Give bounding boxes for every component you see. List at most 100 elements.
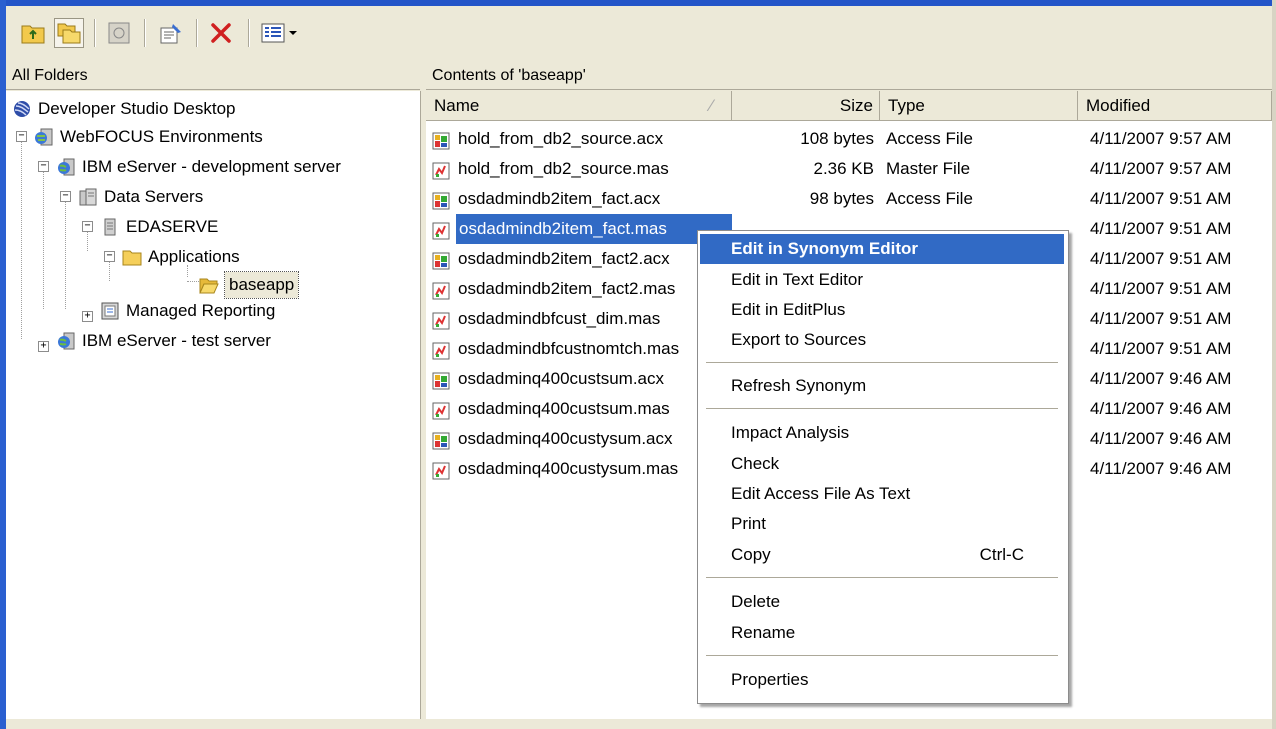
master-file-icon [432, 460, 450, 480]
file-name: osdadmindbfcustnomtch.mas [458, 339, 680, 358]
file-name: osdadminq400custsum.acx [458, 369, 665, 388]
file-name: hold_from_db2_source.acx [458, 129, 664, 148]
access-file-icon [432, 250, 450, 270]
master-file-icon [432, 160, 450, 180]
tree-item-label: WebFOCUS Environments [60, 127, 263, 146]
menu-item-edit-access-file[interactable]: Edit Access File As Text [700, 479, 1064, 509]
folder-up-button[interactable] [18, 18, 48, 48]
collapse-toggle[interactable]: − [60, 191, 71, 202]
server-icon [104, 218, 116, 236]
master-file-icon [432, 280, 450, 300]
collapse-toggle[interactable]: − [104, 251, 115, 262]
tree-item-developer-studio-desktop[interactable]: Developer Studio Desktop [12, 96, 236, 122]
tree-item-edaserve[interactable]: EDASERVE [100, 214, 218, 240]
globe-server-icon [58, 332, 75, 350]
tree-connector [21, 135, 22, 339]
tree-item-managed-reporting[interactable]: Managed Reporting [100, 298, 275, 324]
tree-item-label: EDASERVE [126, 217, 219, 236]
menu-separator [706, 362, 1058, 363]
file-modified: 4/11/2007 9:46 AM [1090, 399, 1232, 418]
view-options-button[interactable] [258, 18, 302, 48]
tree-item-data-servers[interactable]: Data Servers [78, 184, 203, 210]
tree-item-baseapp[interactable]: baseapp [199, 271, 300, 299]
tree-item-webfocus-environments[interactable]: WebFOCUS Environments [34, 124, 263, 150]
menu-item-edit-editplus[interactable]: Edit in EditPlus [700, 295, 1064, 325]
file-name: osdadmindb2item_fact.mas [456, 214, 732, 244]
globe-server-icon [58, 158, 75, 176]
access-file-icon [432, 190, 450, 210]
tree-item-label: Developer Studio Desktop [38, 99, 236, 118]
menu-item-delete[interactable]: Delete [700, 587, 1064, 617]
column-header-name[interactable]: Name ⁄ [426, 91, 732, 121]
menu-separator [706, 655, 1058, 656]
folders-view-button[interactable] [54, 18, 84, 48]
tree-item-ibm-eserver-development[interactable]: IBM eServer - development server [56, 154, 341, 180]
menu-item-refresh-synonym[interactable]: Refresh Synonym [700, 371, 1064, 401]
file-name: osdadminq400custysum.acx [458, 429, 673, 448]
file-name: osdadmindb2item_fact2.mas [458, 279, 676, 298]
menu-item-properties[interactable]: Properties [700, 665, 1064, 695]
disk-icon [108, 22, 130, 44]
menu-item-check[interactable]: Check [700, 449, 1064, 479]
toolbar-separator [196, 19, 198, 47]
tree-connector [43, 165, 44, 309]
menu-item-print[interactable]: Print [700, 509, 1064, 539]
file-modified: 4/11/2007 9:51 AM [1090, 339, 1232, 358]
file-name: osdadminq400custsum.mas [458, 399, 670, 418]
tree-item-label: IBM eServer - test server [82, 331, 271, 350]
file-name: osdadmindb2item_fact.acx [458, 189, 661, 208]
file-name: osdadmindb2item_fact2.acx [458, 249, 670, 268]
tree-connector [65, 195, 66, 309]
table-row[interactable]: hold_from_db2_source.mas 2.36 KB Master Fi… [426, 154, 1272, 184]
menu-item-impact-analysis[interactable]: Impact Analysis [700, 418, 1064, 448]
collapse-toggle[interactable]: − [16, 131, 27, 142]
file-name: osdadminq400custysum.mas [458, 459, 679, 478]
data-servers-icon [79, 188, 97, 206]
table-row[interactable]: hold_from_db2_source.acx 108 bytes Access … [426, 124, 1272, 154]
menu-item-rename[interactable]: Rename [700, 618, 1064, 648]
file-modified: 4/11/2007 9:51 AM [1090, 219, 1232, 238]
collapse-toggle[interactable]: − [82, 221, 93, 232]
file-modified: 4/11/2007 9:51 AM [1090, 189, 1232, 208]
menu-item-edit-synonym-editor[interactable]: Edit in Synonym Editor [700, 234, 1064, 264]
file-size: 2.36 KB [813, 159, 875, 178]
column-header-type[interactable]: Type [880, 91, 1078, 121]
status-strip [6, 719, 1272, 729]
file-modified: 4/11/2007 9:57 AM [1090, 129, 1232, 148]
expand-toggle[interactable]: + [82, 311, 93, 322]
toolbar-separator [94, 19, 96, 47]
file-modified: 4/11/2007 9:51 AM [1090, 249, 1232, 268]
expand-toggle[interactable]: + [38, 341, 49, 352]
column-header-modified[interactable]: Modified [1078, 91, 1272, 121]
folder-tree: Developer Studio Desktop − WebFOCUS Envi… [6, 91, 421, 719]
environments-icon [35, 128, 53, 146]
toolbar-separator [248, 19, 250, 47]
column-header-size[interactable]: Size [732, 91, 880, 121]
menu-item-export-to-sources[interactable]: Export to Sources [700, 325, 1064, 355]
contents-header: Contents of 'baseapp' [426, 62, 1272, 90]
disk-button[interactable] [104, 18, 134, 48]
folders-view-icon [57, 23, 81, 44]
folder-icon [122, 250, 142, 266]
table-row[interactable]: osdadmindb2item_fact.acx 98 bytes Access F… [426, 184, 1272, 214]
file-size: 108 bytes [800, 129, 874, 148]
delete-button[interactable] [206, 18, 236, 48]
file-type: Access File [886, 189, 973, 208]
collapse-toggle[interactable]: − [38, 161, 49, 172]
properties-icon [160, 24, 181, 44]
access-file-icon [432, 130, 450, 150]
menu-item-edit-text-editor[interactable]: Edit in Text Editor [700, 265, 1064, 295]
context-menu: Edit in Synonym Editor Edit in Text Edit… [697, 230, 1069, 704]
file-modified: 4/11/2007 9:57 AM [1090, 159, 1232, 178]
file-size: 98 bytes [809, 189, 874, 208]
tree-item-applications[interactable]: Applications [122, 244, 240, 270]
delete-icon [211, 23, 231, 43]
file-modified: 4/11/2007 9:51 AM [1090, 279, 1232, 298]
menu-item-copy[interactable]: Copy Ctrl-C [700, 540, 1064, 570]
sort-indicator-icon: ⁄ [710, 96, 713, 115]
tree-connector [187, 281, 199, 282]
properties-button[interactable] [156, 18, 186, 48]
access-file-icon [432, 370, 450, 390]
access-file-icon [432, 430, 450, 450]
tree-item-ibm-eserver-test[interactable]: IBM eServer - test server [56, 328, 271, 354]
